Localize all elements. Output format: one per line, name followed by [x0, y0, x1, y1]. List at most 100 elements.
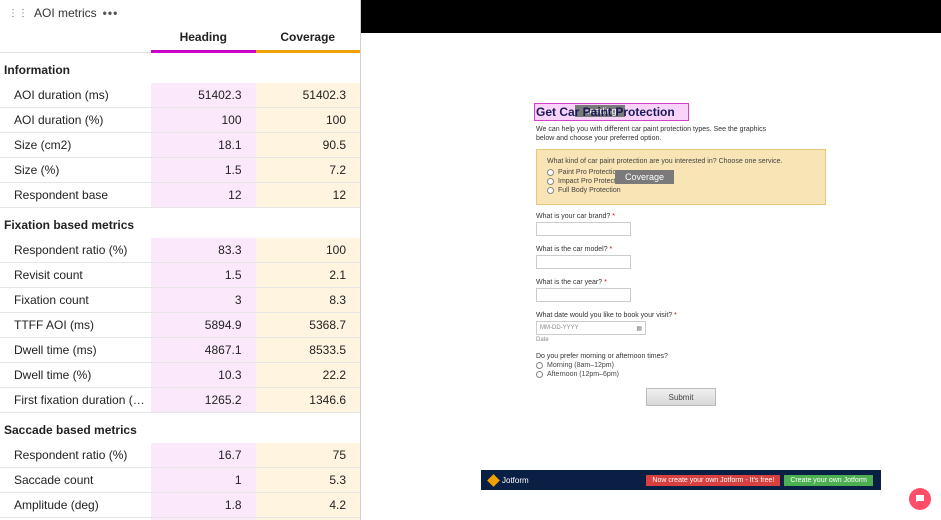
metric-label: Size (cm2) [0, 133, 151, 157]
jotform-cta-info[interactable]: Now create your own Jotform - It's free! [646, 475, 780, 486]
cell-coverage: 8533.5 [256, 338, 361, 362]
aoi-overlay-coverage[interactable]: Coverage What kind of car paint protecti… [536, 149, 826, 205]
car-brand-input[interactable] [536, 222, 631, 236]
cell-coverage: 12 [256, 183, 361, 207]
metric-label: Respondent ratio (%) [0, 443, 151, 467]
metric-label: TTFF AOI (ms) [0, 313, 151, 337]
cell-coverage: 90.5 [256, 133, 361, 157]
radio-icon [536, 371, 543, 378]
preview-topbar [361, 0, 941, 33]
cell-heading: 16.7 [151, 443, 256, 467]
preview-area: Heading Get Car Paint Protection We can … [361, 33, 941, 520]
submit-button[interactable]: Submit [646, 388, 716, 406]
table-row: Respondent ratio (%)16.775 [0, 443, 360, 468]
chat-icon [914, 493, 926, 505]
metric-label: Respondent ratio (%) [0, 238, 151, 262]
cell-heading: 5894.9 [151, 313, 256, 337]
section-header: Information [0, 53, 360, 83]
cell-coverage: 75 [256, 443, 361, 467]
q2-label: What is your car brand? [536, 213, 610, 220]
stimulus-preview: Heading Get Car Paint Protection We can … [361, 0, 941, 520]
more-icon[interactable]: ••• [103, 6, 119, 20]
q6-label: Do you prefer morning or afternoon times… [536, 353, 826, 360]
table-row: AOI duration (ms)51402.351402.3 [0, 83, 360, 108]
cell-coverage: 5.3 [256, 468, 361, 492]
required-mark: * [612, 213, 615, 220]
radio-option[interactable]: Paint Pro Protection [547, 169, 815, 176]
q1-label: What kind of car paint protection are yo… [547, 158, 815, 165]
table-row: Dwell time (ms)4867.18533.5 [0, 338, 360, 363]
table-row: TTFF AOI (ms)5894.95368.7 [0, 313, 360, 338]
metric-label: Respondent base [0, 183, 151, 207]
metric-label: Revisit count [0, 263, 151, 287]
cell-coverage: 22.2 [256, 363, 361, 387]
cell-coverage: 100 [256, 238, 361, 262]
jotform-brand: Jotform [502, 476, 529, 485]
table-row: Amplitude (deg)1.84.2 [0, 493, 360, 518]
date-hint: Date [536, 337, 826, 343]
table-row: Fixation count38.3 [0, 288, 360, 313]
aoi-tag-coverage: Coverage [615, 170, 674, 184]
q5-label: What date would you like to book your vi… [536, 312, 672, 319]
radio-option[interactable]: Morning (8am–12pm) [536, 362, 826, 369]
cell-heading: 3 [151, 288, 256, 312]
metric-label: Fixation count [0, 288, 151, 312]
cell-coverage: 2.1 [256, 263, 361, 287]
cell-coverage: 4.2 [256, 493, 361, 517]
table-row: Dwell time (%)10.322.2 [0, 363, 360, 388]
cell-heading: 51402.3 [151, 83, 256, 107]
cell-heading: 100 [151, 108, 256, 132]
cell-coverage: 5368.7 [256, 313, 361, 337]
radio-option[interactable]: Impact Pro Protection [547, 178, 815, 185]
section-header: Fixation based metrics [0, 208, 360, 238]
car-year-input[interactable] [536, 288, 631, 302]
car-model-input[interactable] [536, 255, 631, 269]
table-row: Revisit count1.52.1 [0, 263, 360, 288]
table-row: First fixation duration (ms)1265.21346.6 [0, 388, 360, 413]
calendar-icon: ▦ [636, 325, 642, 332]
radio-option[interactable]: Full Body Protection [547, 187, 815, 194]
metric-label: Dwell time (%) [0, 363, 151, 387]
metrics-body: InformationAOI duration (ms)51402.351402… [0, 53, 360, 520]
q3-label: What is the car model? [536, 246, 608, 253]
cell-heading: 4867.1 [151, 338, 256, 362]
jotform-cta-create[interactable]: Create your own Jotform [784, 475, 873, 486]
option-label: Paint Pro Protection [558, 169, 620, 176]
metric-label: AOI duration (ms) [0, 83, 151, 107]
cell-heading: 1.5 [151, 158, 256, 182]
column-heading[interactable]: Heading [151, 24, 256, 52]
table-row: AOI duration (%)100100 [0, 108, 360, 133]
form-card: Heading Get Car Paint Protection We can … [536, 103, 826, 406]
option-label: Full Body Protection [558, 187, 621, 194]
radio-option[interactable]: Afternoon (12pm–6pm) [536, 371, 826, 378]
cell-coverage: 7.2 [256, 158, 361, 182]
panel-title: AOI metrics [34, 6, 97, 20]
metric-label: Size (%) [0, 158, 151, 182]
form-title: Get Car Paint Protection [536, 103, 826, 121]
cell-coverage: 100 [256, 108, 361, 132]
cell-coverage: 51402.3 [256, 83, 361, 107]
cell-heading: 1.5 [151, 263, 256, 287]
radio-icon [547, 178, 554, 185]
cell-coverage: 1346.6 [256, 388, 361, 412]
table-row: Size (cm2)18.190.5 [0, 133, 360, 158]
jotform-bar: Jotform Now create your own Jotform - It… [481, 470, 881, 490]
option-label: Afternoon (12pm–6pm) [547, 371, 619, 378]
cell-heading: 10.3 [151, 363, 256, 387]
cell-heading: 12 [151, 183, 256, 207]
cell-heading: 1.8 [151, 493, 256, 517]
table-row: Saccade count15.3 [0, 468, 360, 493]
visit-date-input[interactable]: MM-DD-YYYY ▦ [536, 321, 646, 335]
panel-header: ⋮⋮ AOI metrics ••• [0, 0, 360, 24]
section-header: Saccade based metrics [0, 413, 360, 443]
chat-bubble-button[interactable] [909, 488, 931, 510]
drag-handle-icon[interactable]: ⋮⋮ [8, 8, 28, 19]
option-label: Morning (8am–12pm) [547, 362, 614, 369]
metric-label: Dwell time (ms) [0, 338, 151, 362]
radio-icon [536, 362, 543, 369]
table-row: Size (%)1.57.2 [0, 158, 360, 183]
radio-icon [547, 187, 554, 194]
column-coverage[interactable]: Coverage [256, 24, 361, 52]
q4-label: What is the car year? [536, 279, 602, 286]
jotform-logo-icon [487, 474, 500, 487]
